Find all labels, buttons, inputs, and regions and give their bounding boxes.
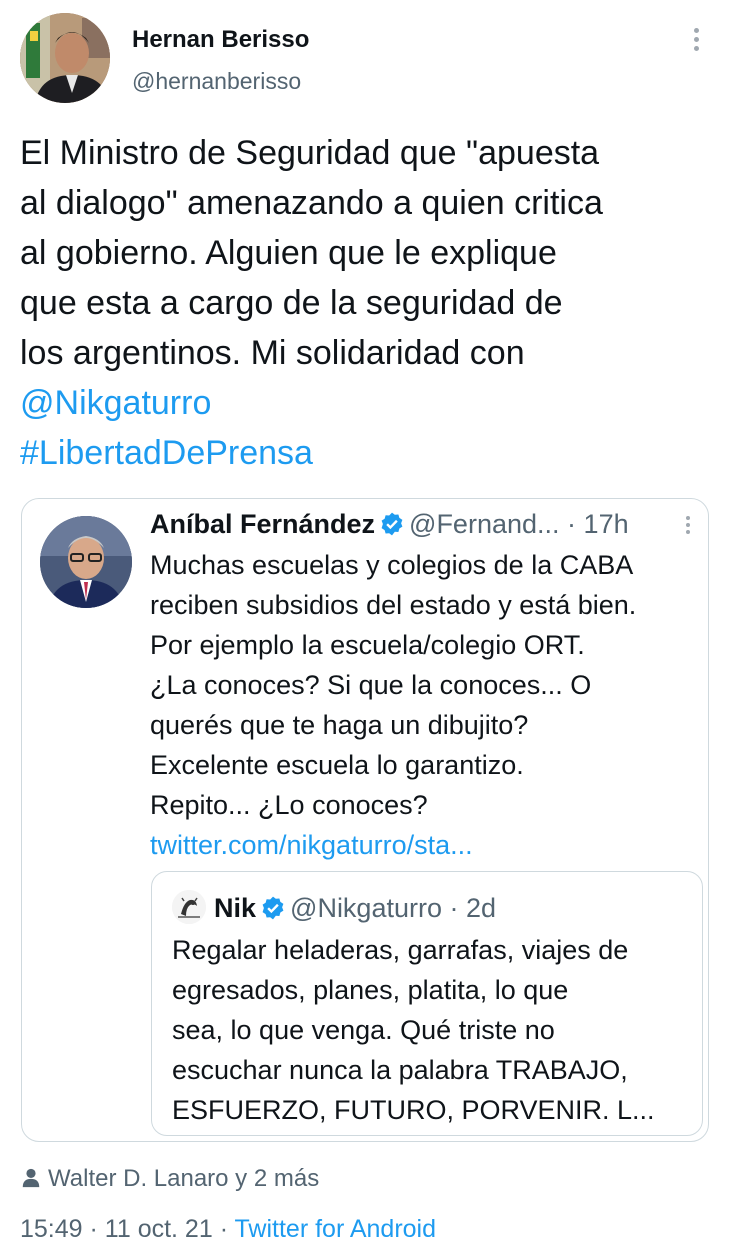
separator: · bbox=[449, 893, 459, 923]
quoted-author-handle[interactable]: @Fernand... bbox=[409, 509, 559, 539]
quoted-more-icon[interactable] bbox=[683, 516, 693, 542]
author-handle[interactable]: @hernanberisso bbox=[132, 68, 301, 95]
tweet-line: que esta a cargo de la seguridad de bbox=[20, 284, 563, 322]
person-icon bbox=[22, 1168, 40, 1188]
quoted-line: Excelente escuela lo garantizo. bbox=[150, 750, 524, 780]
quoted-line: ¿La conoces? Si que la conoces... O bbox=[150, 670, 592, 700]
quoted-time[interactable]: 17h bbox=[584, 509, 629, 539]
nested-author-handle[interactable]: @Nikgaturro bbox=[290, 893, 442, 923]
verified-badge-icon bbox=[262, 896, 284, 920]
tweet-meta: 15:49 · 11 oct. 21 · Twitter for Android bbox=[20, 1215, 436, 1244]
nested-line: egresados, planes, platita, lo que bbox=[172, 975, 569, 1005]
tweet-date: 11 oct. 21 bbox=[104, 1215, 213, 1243]
quoted-line: reciben subsidios del estado y está bien… bbox=[150, 590, 637, 620]
liked-by-text: Walter D. Lanaro y 2 más bbox=[48, 1165, 320, 1192]
quoted-line: Por ejemplo la escuela/colegio ORT. bbox=[150, 630, 585, 660]
quoted-line: querés que te haga un dibujito? bbox=[150, 710, 529, 740]
tweet-line: El Ministro de Seguridad que "apuesta bbox=[20, 134, 600, 172]
more-options-icon[interactable] bbox=[688, 28, 704, 58]
nested-line: sea, lo que venga. Qué triste no bbox=[172, 1015, 555, 1045]
quoted-line: Muchas escuelas y colegios de la CABA bbox=[150, 550, 634, 580]
quoted-line: Repito... ¿Lo conoces? bbox=[150, 790, 428, 820]
nested-time[interactable]: 2d bbox=[466, 893, 496, 923]
nested-line: Regalar heladeras, garrafas, viajes de bbox=[172, 935, 629, 965]
quoted-author-name[interactable]: Aníbal Fernández bbox=[150, 509, 375, 539]
separator: · bbox=[219, 1215, 229, 1243]
author-name[interactable]: Hernan Berisso bbox=[132, 26, 309, 54]
hashtag-link[interactable]: #LibertadDePrensa bbox=[20, 428, 710, 478]
mention-link[interactable]: @Nikgaturro bbox=[20, 378, 710, 428]
tweet-text: El Ministro de Seguridad que "apuesta al… bbox=[20, 128, 710, 478]
quoted-author-avatar[interactable] bbox=[40, 516, 132, 608]
nested-line: ESFUERZO, FUTURO, PORVENIR. L... bbox=[172, 1095, 655, 1125]
quoted-link[interactable]: twitter.com/nikgaturro/sta... bbox=[150, 825, 710, 865]
nested-header: Nik @Nikgaturro · 2d bbox=[214, 893, 496, 924]
nested-author-avatar[interactable] bbox=[172, 890, 206, 924]
nested-line: escuchar nunca la palabra TRABAJO, bbox=[172, 1055, 628, 1085]
verified-badge-icon bbox=[381, 512, 403, 536]
quoted-text: Muchas escuelas y colegios de la CABA re… bbox=[150, 545, 710, 865]
nested-author-name[interactable]: Nik bbox=[214, 893, 256, 923]
separator: · bbox=[567, 509, 577, 539]
separator: · bbox=[89, 1215, 98, 1243]
tweet-line: al dialogo" amenazando a quien critica bbox=[20, 184, 603, 222]
author-avatar[interactable] bbox=[20, 13, 110, 103]
tweet-source-link[interactable]: Twitter for Android bbox=[235, 1215, 436, 1243]
liked-by[interactable]: Walter D. Lanaro y 2 más bbox=[20, 1165, 319, 1193]
tweet-time: 15:49 bbox=[20, 1215, 83, 1243]
tweet-line: al gobierno. Alguien que le explique bbox=[20, 234, 557, 272]
nested-text: Regalar heladeras, garrafas, viajes de e… bbox=[172, 930, 702, 1130]
tweet-line: los argentinos. Mi solidaridad con bbox=[20, 334, 525, 372]
quoted-header: Aníbal Fernández @Fernand... · 17h bbox=[150, 509, 629, 540]
